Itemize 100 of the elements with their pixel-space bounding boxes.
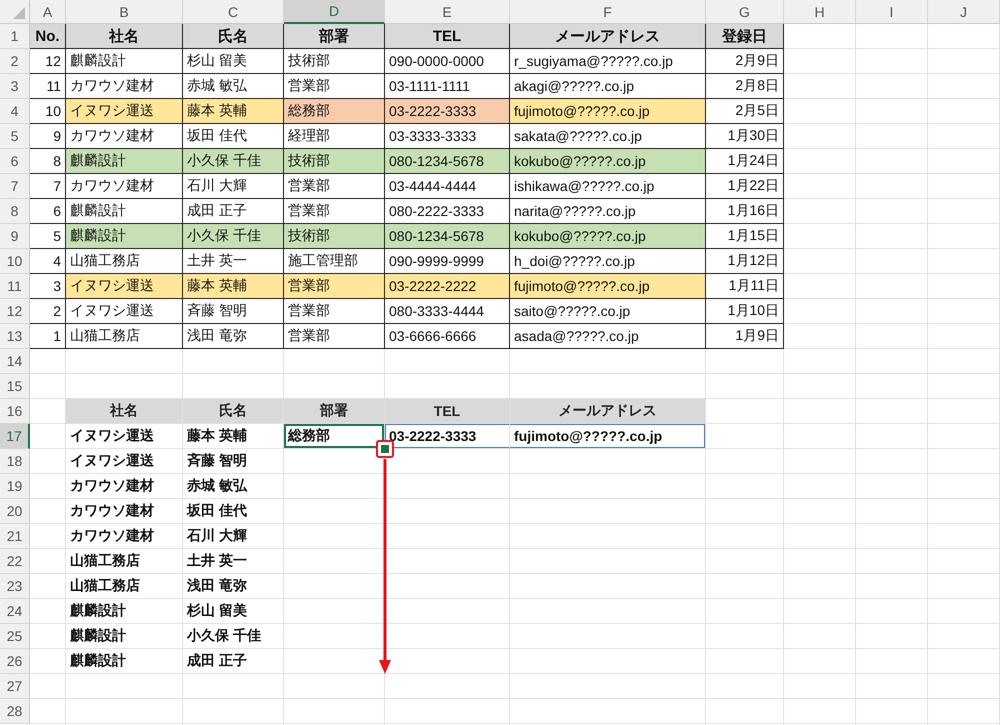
row-header[interactable]: 28	[0, 699, 30, 724]
table-cell: 土井 英一	[183, 549, 284, 574]
column-header[interactable]: A	[30, 0, 66, 24]
row-header[interactable]: 12	[0, 299, 30, 324]
select-all-corner[interactable]	[0, 0, 30, 24]
table-cell: 03-2222-3333	[385, 99, 510, 124]
fill-handle[interactable]	[381, 445, 389, 453]
table-cell: 1月22日	[706, 174, 784, 199]
row-header[interactable]: 23	[0, 574, 30, 599]
row-header[interactable]: 2	[0, 49, 30, 74]
table-cell: fujimoto@?????.co.jp	[510, 274, 706, 299]
table-cell: 1月10日	[706, 299, 784, 324]
table-cell: イヌワシ運送	[66, 274, 183, 299]
column-header-cell: 部署	[284, 399, 385, 424]
row-header[interactable]: 19	[0, 474, 30, 499]
column-header[interactable]: E	[385, 0, 510, 24]
table-cell: 麒麟設計	[66, 49, 183, 74]
row-header[interactable]: 16	[0, 399, 30, 424]
row-header[interactable]: 7	[0, 174, 30, 199]
table-cell: 麒麟設計	[66, 224, 183, 249]
table-cell: 営業部	[284, 324, 385, 349]
row-header[interactable]: 5	[0, 124, 30, 149]
table-cell: 麒麟設計	[66, 624, 183, 649]
column-header-cell: 氏名	[183, 399, 284, 424]
row-header[interactable]: 9	[0, 224, 30, 249]
table-cell: カワウソ建材	[66, 499, 183, 524]
row-header[interactable]: 13	[0, 324, 30, 349]
table-cell: 麒麟設計	[66, 599, 183, 624]
table-cell: 1月30日	[706, 124, 784, 149]
table-cell: 藤本 英輔	[183, 274, 284, 299]
row-header[interactable]: 20	[0, 499, 30, 524]
row-header[interactable]: 17	[0, 424, 30, 449]
table-cell: 坂田 佳代	[183, 499, 284, 524]
table-cell: kokubo@?????.co.jp	[510, 149, 706, 174]
table-cell: ishikawa@?????.co.jp	[510, 174, 706, 199]
table-cell: 12	[30, 49, 66, 74]
row-header[interactable]: 25	[0, 624, 30, 649]
column-header-cell: No.	[30, 24, 66, 49]
table-cell: 9	[30, 124, 66, 149]
table-cell: asada@?????.co.jp	[510, 324, 706, 349]
column-header-cell: TEL	[385, 399, 510, 424]
row-header[interactable]: 6	[0, 149, 30, 174]
row-header[interactable]: 11	[0, 274, 30, 299]
table-cell: 藤本 英輔	[183, 99, 284, 124]
table-cell: 1月12日	[706, 249, 784, 274]
table-cell: 山猫工務店	[66, 574, 183, 599]
table-cell: 2月8日	[706, 74, 784, 99]
table-cell: 080-1234-5678	[385, 149, 510, 174]
column-header[interactable]: G	[706, 0, 784, 24]
column-header[interactable]: B	[66, 0, 183, 24]
row-header[interactable]: 27	[0, 674, 30, 699]
table-cell: 03-2222-2222	[385, 274, 510, 299]
row-header[interactable]: 21	[0, 524, 30, 549]
table-cell: 080-3333-4444	[385, 299, 510, 324]
table-cell: イヌワシ運送	[66, 299, 183, 324]
row-header[interactable]: 10	[0, 249, 30, 274]
table-cell: 1月15日	[706, 224, 784, 249]
table-cell: 麒麟設計	[66, 649, 183, 674]
table-cell: 1月24日	[706, 149, 784, 174]
column-header-cell: 部署	[284, 24, 385, 49]
column-header[interactable]: I	[856, 0, 928, 24]
table-cell: 石川 大輝	[183, 524, 284, 549]
row-header[interactable]: 4	[0, 99, 30, 124]
row-header[interactable]: 15	[0, 374, 30, 399]
row-header[interactable]: 14	[0, 349, 30, 374]
table-cell: 赤城 敏弘	[183, 474, 284, 499]
row-header[interactable]: 1	[0, 24, 30, 49]
table-cell: 11	[30, 74, 66, 99]
column-header-cell: メールアドレス	[510, 24, 706, 49]
table-cell: 2月5日	[706, 99, 784, 124]
column-header[interactable]: H	[784, 0, 856, 24]
table-cell: 総務部	[284, 424, 385, 449]
row-header[interactable]: 18	[0, 449, 30, 474]
row-header[interactable]: 22	[0, 549, 30, 574]
table-cell: 080-1234-5678	[385, 224, 510, 249]
table-cell: 山猫工務店	[66, 549, 183, 574]
table-cell: 浅田 竜弥	[183, 574, 284, 599]
table-cell: 03-6666-6666	[385, 324, 510, 349]
row-header[interactable]: 8	[0, 199, 30, 224]
row-header[interactable]: 3	[0, 74, 30, 99]
column-header[interactable]: F	[510, 0, 706, 24]
column-header[interactable]: D	[284, 0, 385, 24]
table-cell: イヌワシ運送	[66, 99, 183, 124]
table-cell: 4	[30, 249, 66, 274]
table-cell: 090-0000-0000	[385, 49, 510, 74]
table-cell: fujimoto@?????.co.jp	[510, 99, 706, 124]
table-cell: カワウソ建材	[66, 174, 183, 199]
table-cell: 2	[30, 299, 66, 324]
column-header-cell: 社名	[66, 399, 183, 424]
column-header-cell: メールアドレス	[510, 399, 706, 424]
table-cell: カワウソ建材	[66, 524, 183, 549]
column-header[interactable]: C	[183, 0, 284, 24]
table-cell: 営業部	[284, 274, 385, 299]
row-header[interactable]: 24	[0, 599, 30, 624]
column-header[interactable]: J	[928, 0, 1000, 24]
row-header[interactable]: 26	[0, 649, 30, 674]
table-cell: 山猫工務店	[66, 324, 183, 349]
table-cell: カワウソ建材	[66, 474, 183, 499]
table-cell: 麒麟設計	[66, 149, 183, 174]
table-cell: 石川 大輝	[183, 174, 284, 199]
